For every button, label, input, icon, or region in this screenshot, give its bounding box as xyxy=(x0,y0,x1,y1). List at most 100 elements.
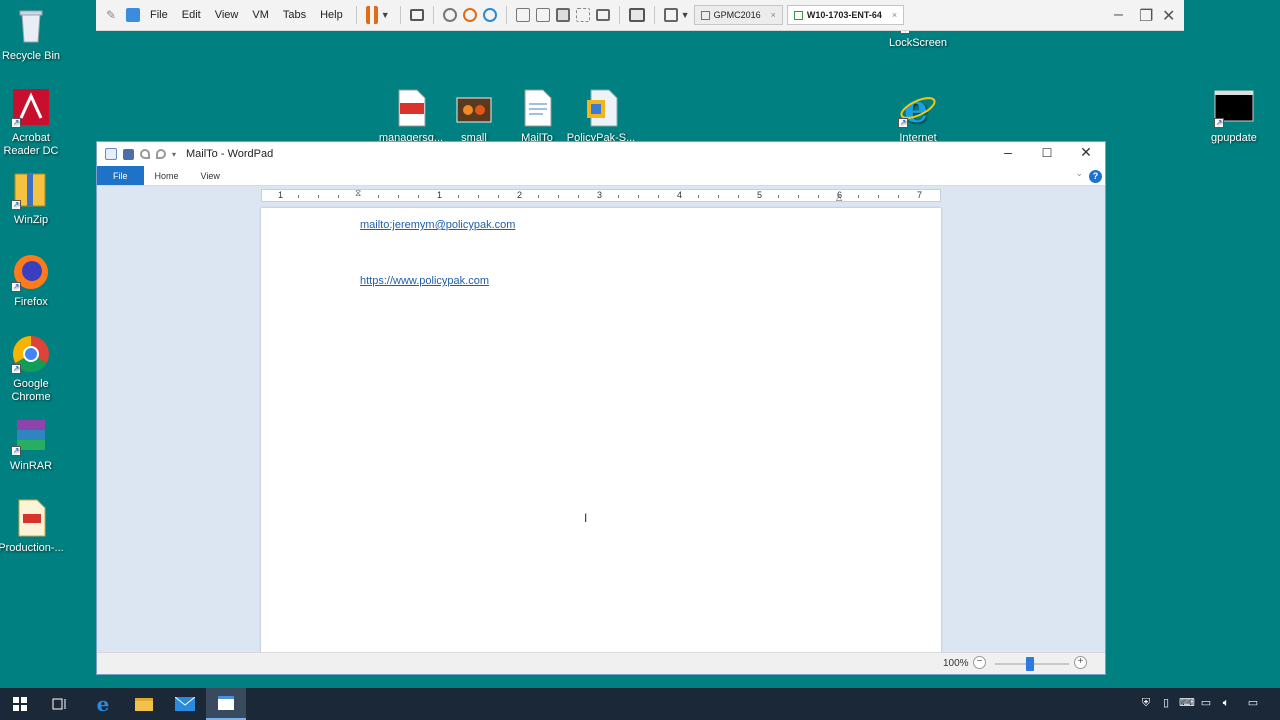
tab-view[interactable]: View xyxy=(190,166,231,185)
icon-label: WinRAR xyxy=(9,460,53,472)
vm-library-icon[interactable] xyxy=(126,8,140,22)
ruler-tick xyxy=(578,195,579,198)
taskbar-file-explorer[interactable] xyxy=(124,688,164,720)
taskbar-wordpad[interactable] xyxy=(206,688,246,720)
chevron-down-icon[interactable]: ▼ xyxy=(381,10,390,20)
minimize-icon[interactable]: – xyxy=(988,144,1028,160)
status-bar: 100% − + xyxy=(97,652,1105,674)
usb-device-icon[interactable]: ▯ xyxy=(1159,696,1173,710)
restore-icon[interactable]: ❐ xyxy=(1139,6,1153,26)
taskbar: e ⛨ ▯ ⌨ ▭ 🔈︎ ▭ xyxy=(0,688,1280,720)
menu-vm[interactable]: VM xyxy=(245,9,276,21)
sidebar-toggle-icon[interactable] xyxy=(515,8,530,22)
shortcut-arrow-icon: ↗ xyxy=(11,118,21,128)
zoom-out-button[interactable]: − xyxy=(973,656,986,669)
menu-view[interactable]: View xyxy=(208,9,246,21)
desktop-icon-chrome[interactable]: ↗ Google Chrome xyxy=(0,334,69,404)
menu-tabs[interactable]: Tabs xyxy=(276,9,313,21)
terminal-icon[interactable] xyxy=(628,8,645,22)
menu-help[interactable]: Help xyxy=(313,9,350,21)
desktop-icon-firefox[interactable]: ↗ Firefox xyxy=(0,252,69,309)
snapshot-manager-icon[interactable] xyxy=(482,8,497,22)
document-page[interactable]: mailto:jeremym@policypak.com https://www… xyxy=(261,208,941,653)
ruler-number: 1 xyxy=(437,190,443,200)
notification-icon[interactable]: ▭ xyxy=(1246,696,1260,710)
taskbar-mail[interactable] xyxy=(165,688,205,720)
title-bar: ▾ MailTo - WordPad – ☐ ✕ xyxy=(97,142,1105,166)
customize-qat-icon[interactable]: ▾ xyxy=(172,150,176,159)
close-icon[interactable]: × xyxy=(771,10,776,20)
desktop-icon-policypak[interactable]: PolicyPak-S... xyxy=(563,88,639,145)
zoom-in-button[interactable]: + xyxy=(1074,656,1087,669)
chevron-down-icon[interactable]: ▼ xyxy=(681,10,690,20)
right-indent-marker[interactable]: △ xyxy=(836,193,842,202)
wordpad-window: ▾ MailTo - WordPad – ☐ ✕ File Home View … xyxy=(96,141,1106,675)
shortcut-arrow-icon: ↗ xyxy=(11,446,21,456)
ruler[interactable]: 1 ⧖ 1 2 3 4 5 6 △ 7 xyxy=(261,188,941,202)
pause-icon[interactable] xyxy=(365,6,378,24)
edge-icon: e xyxy=(96,692,110,716)
console-icon: ↗ xyxy=(1214,88,1254,128)
unity-icon[interactable] xyxy=(575,8,590,22)
close-icon[interactable]: × xyxy=(892,10,897,20)
vmware-toolbar: ✎ File Edit View VM Tabs Help ▼ ▼ GPMC20… xyxy=(96,0,1184,31)
ruler-tick xyxy=(498,195,499,198)
left-indent-marker[interactable]: ⧖ xyxy=(355,188,361,199)
keyboard-icon[interactable]: ⌨ xyxy=(1179,696,1195,710)
redo-icon[interactable] xyxy=(156,149,166,159)
firefox-icon: ↗ xyxy=(11,252,51,292)
volume-icon[interactable]: 🔈︎ xyxy=(1219,696,1233,710)
wordpad-icon xyxy=(218,696,234,710)
desktop-icon-internet[interactable]: e ↗ Internet xyxy=(880,86,956,145)
mailto-link[interactable]: mailto:jeremym@policypak.com xyxy=(360,219,515,231)
security-shield-icon[interactable]: ⛨ xyxy=(1139,696,1153,710)
console-view-icon[interactable] xyxy=(595,9,610,21)
menu-edit[interactable]: Edit xyxy=(175,9,208,21)
network-icon[interactable]: ▭ xyxy=(1199,696,1213,710)
recycle-bin-icon xyxy=(11,6,51,46)
divider xyxy=(432,6,434,24)
save-icon[interactable] xyxy=(123,148,134,160)
task-view-button[interactable] xyxy=(40,688,80,720)
taskbar-edge[interactable]: e xyxy=(83,688,123,720)
thumbnail-bar-icon[interactable] xyxy=(535,8,550,22)
ruler-tick xyxy=(778,195,779,198)
tab-file[interactable]: File xyxy=(97,166,144,185)
windows-logo-icon xyxy=(13,697,27,711)
desktop-icon-winzip[interactable]: ↗ WinZip xyxy=(0,170,69,227)
ruler-tick xyxy=(478,195,479,198)
undo-icon[interactable] xyxy=(140,149,150,159)
maximize-icon[interactable]: ☐ xyxy=(1027,146,1067,160)
tab-home[interactable]: Home xyxy=(144,166,190,185)
ruler-number: 5 xyxy=(757,190,763,200)
start-button[interactable] xyxy=(0,688,40,720)
stretch-icon[interactable] xyxy=(663,8,678,22)
minimize-icon[interactable]: – xyxy=(1114,6,1123,24)
desktop-icon-acrobat[interactable]: ↗ Acrobat Reader DC xyxy=(0,88,69,158)
desktop-icon-production[interactable]: Production-... xyxy=(0,498,69,555)
url-link[interactable]: https://www.policypak.com xyxy=(360,275,489,287)
revert-snapshot-icon[interactable] xyxy=(462,8,477,22)
pin-icon[interactable]: ✎ xyxy=(102,6,120,24)
ruler-tick xyxy=(798,195,799,198)
winrar-icon: ↗ xyxy=(11,416,51,456)
fullscreen-icon[interactable] xyxy=(555,8,570,22)
close-icon[interactable]: ✕ xyxy=(1066,144,1106,161)
desktop-icon-gpupdate[interactable]: ↗ gpupdate xyxy=(1196,88,1272,145)
snapshot-icon[interactable] xyxy=(442,8,457,22)
wordpad-app-icon[interactable] xyxy=(105,148,117,160)
icon-label: gpupdate xyxy=(1211,132,1257,144)
zoom-slider-thumb[interactable] xyxy=(1026,657,1034,671)
shortcut-arrow-icon: ↗ xyxy=(11,282,21,292)
send-keys-icon[interactable] xyxy=(409,9,424,21)
menu-file[interactable]: File xyxy=(143,9,175,21)
ruler-tick xyxy=(378,195,379,198)
tab-gpmc2016[interactable]: GPMC2016 × xyxy=(693,5,783,25)
help-icon[interactable]: ? xyxy=(1089,170,1102,183)
chevron-down-icon[interactable]: ⌄ xyxy=(1075,168,1083,179)
close-icon[interactable]: ✕ xyxy=(1162,6,1175,26)
tab-w10-1703-ent-64[interactable]: W10-1703-ENT-64 × xyxy=(786,5,905,25)
desktop-icon-recycle-bin[interactable]: Recycle Bin xyxy=(0,6,69,63)
desktop-icon-winrar[interactable]: ↗ WinRAR xyxy=(0,416,69,473)
document-area: 1 ⧖ 1 2 3 4 5 6 △ 7 mailto:jeremym@polic… xyxy=(97,186,1105,653)
